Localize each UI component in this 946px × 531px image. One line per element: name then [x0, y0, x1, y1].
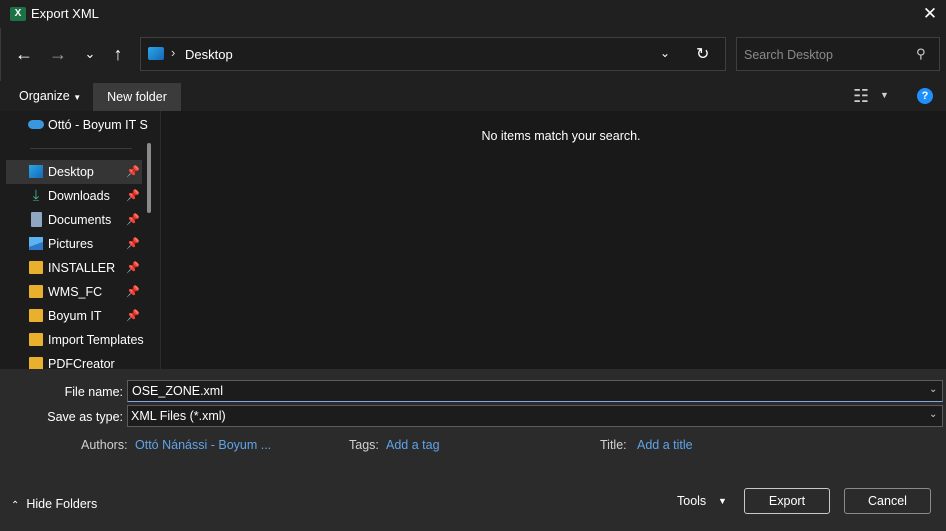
folder-icon	[29, 333, 43, 346]
forward-button[interactable]: →	[45, 41, 71, 67]
authors-label: Authors:	[81, 438, 128, 452]
divider	[30, 148, 132, 149]
pin-icon[interactable]: 📌	[126, 165, 140, 178]
breadcrumb-desktop[interactable]: Desktop	[185, 47, 233, 62]
cancel-button[interactable]: Cancel	[844, 488, 931, 514]
sidebar-item-label: Ottó - Boyum IT S	[48, 118, 148, 132]
address-history-dropdown[interactable]: ⌄	[660, 46, 670, 60]
pin-icon[interactable]: 📌	[126, 189, 140, 202]
sidebar-item-desktop[interactable]: Desktop 📌	[6, 160, 142, 184]
back-button[interactable]: ←	[11, 41, 37, 67]
title-label: Title:	[600, 438, 627, 452]
excel-icon: X	[10, 7, 26, 21]
title-bar	[0, 0, 946, 28]
search-placeholder[interactable]: Search Desktop	[744, 48, 833, 62]
up-button[interactable]: ↑	[105, 41, 131, 67]
authors-field[interactable]: Ottó Nánássi - Boyum ...	[135, 438, 271, 452]
desktop-icon	[29, 165, 43, 178]
tools-menu-button[interactable]: Tools	[677, 494, 706, 508]
sidebar-item-label: Desktop	[48, 165, 94, 179]
tags-field[interactable]: Add a tag	[386, 438, 440, 452]
tags-label: Tags:	[349, 438, 379, 452]
new-folder-button[interactable]: New folder	[93, 83, 181, 111]
sidebar-item-label: Boyum IT	[48, 309, 102, 323]
cloud-icon	[28, 120, 44, 129]
file-name-value[interactable]: OSE_ZONE.xml	[132, 384, 223, 398]
chevron-down-icon[interactable]: ⌄	[929, 409, 937, 420]
sidebar-item-pictures[interactable]: Pictures 📌	[6, 232, 142, 256]
pictures-icon	[29, 237, 43, 250]
save-as-type-select[interactable]	[127, 405, 943, 427]
pin-icon[interactable]: 📌	[126, 309, 140, 322]
recent-locations-button[interactable]: ⌄	[77, 41, 103, 67]
chevron-down-icon[interactable]: ⌄	[929, 384, 937, 395]
hide-folders-button[interactable]: ⌃ Hide Folders	[11, 497, 97, 511]
sidebar-item-installer[interactable]: INSTALLER 📌	[6, 256, 142, 280]
folder-icon	[29, 261, 43, 274]
search-icon[interactable]: ⚲	[916, 46, 926, 62]
file-name-field[interactable]	[127, 380, 943, 402]
download-icon: ⤓	[32, 187, 40, 204]
desktop-icon	[148, 47, 164, 60]
chevron-up-icon: ⌃	[11, 500, 20, 511]
organize-menu-button[interactable]: Organize ▼	[19, 89, 81, 103]
file-list[interactable]	[161, 111, 946, 369]
sidebar-item-label: Downloads	[48, 189, 110, 203]
folder-icon	[29, 309, 43, 322]
sidebar-item-label: WMS_FC	[48, 285, 103, 299]
close-icon[interactable]: ✕	[917, 2, 943, 26]
breadcrumb-separator[interactable]: ›	[171, 45, 175, 60]
caret-down-icon: ▼	[73, 93, 82, 102]
sidebar-item-downloads[interactable]: ⤓ Downloads 📌	[6, 184, 142, 208]
export-button[interactable]: Export	[744, 488, 830, 514]
view-options-icon[interactable]: ☷	[853, 86, 869, 107]
sidebar-item-onedrive[interactable]: Ottó - Boyum IT S	[6, 113, 148, 137]
file-name-label: File name:	[64, 385, 123, 399]
help-icon[interactable]: ?	[917, 88, 933, 104]
empty-state-message: No items match your search.	[481, 129, 641, 143]
sidebar-scrollbar[interactable]	[147, 143, 151, 213]
pin-icon[interactable]: 📌	[126, 237, 140, 250]
folder-icon	[29, 285, 43, 298]
hide-folders-label: Hide Folders	[26, 497, 98, 511]
document-icon	[31, 212, 42, 227]
organize-label[interactable]: Organize	[19, 89, 70, 103]
sidebar-item-label: INSTALLER	[48, 261, 116, 275]
window-title: Export XML	[31, 6, 99, 21]
sidebar-item-documents[interactable]: Documents 📌	[6, 208, 142, 232]
sidebar-item-wms-fc[interactable]: WMS_FC 📌	[6, 280, 142, 304]
refresh-icon[interactable]: ↻	[696, 44, 709, 64]
sidebar-item-label: Documents	[48, 213, 112, 227]
sidebar-item-label: Pictures	[48, 237, 94, 251]
save-as-type-label: Save as type:	[47, 410, 123, 424]
title-field[interactable]: Add a title	[637, 438, 693, 452]
save-as-type-value[interactable]: XML Files (*.xml)	[131, 409, 226, 423]
pin-icon[interactable]: 📌	[126, 285, 140, 298]
caret-down-icon[interactable]: ▼	[718, 496, 727, 506]
pin-icon[interactable]: 📌	[126, 213, 140, 226]
sidebar-item-label: Import Templates	[48, 333, 144, 347]
sidebar-item-import-templates[interactable]: Import Templates	[6, 328, 144, 352]
pin-icon[interactable]: 📌	[126, 261, 140, 274]
caret-down-icon[interactable]: ▼	[880, 90, 889, 100]
sidebar-item-boyum-it[interactable]: Boyum IT 📌	[6, 304, 142, 328]
